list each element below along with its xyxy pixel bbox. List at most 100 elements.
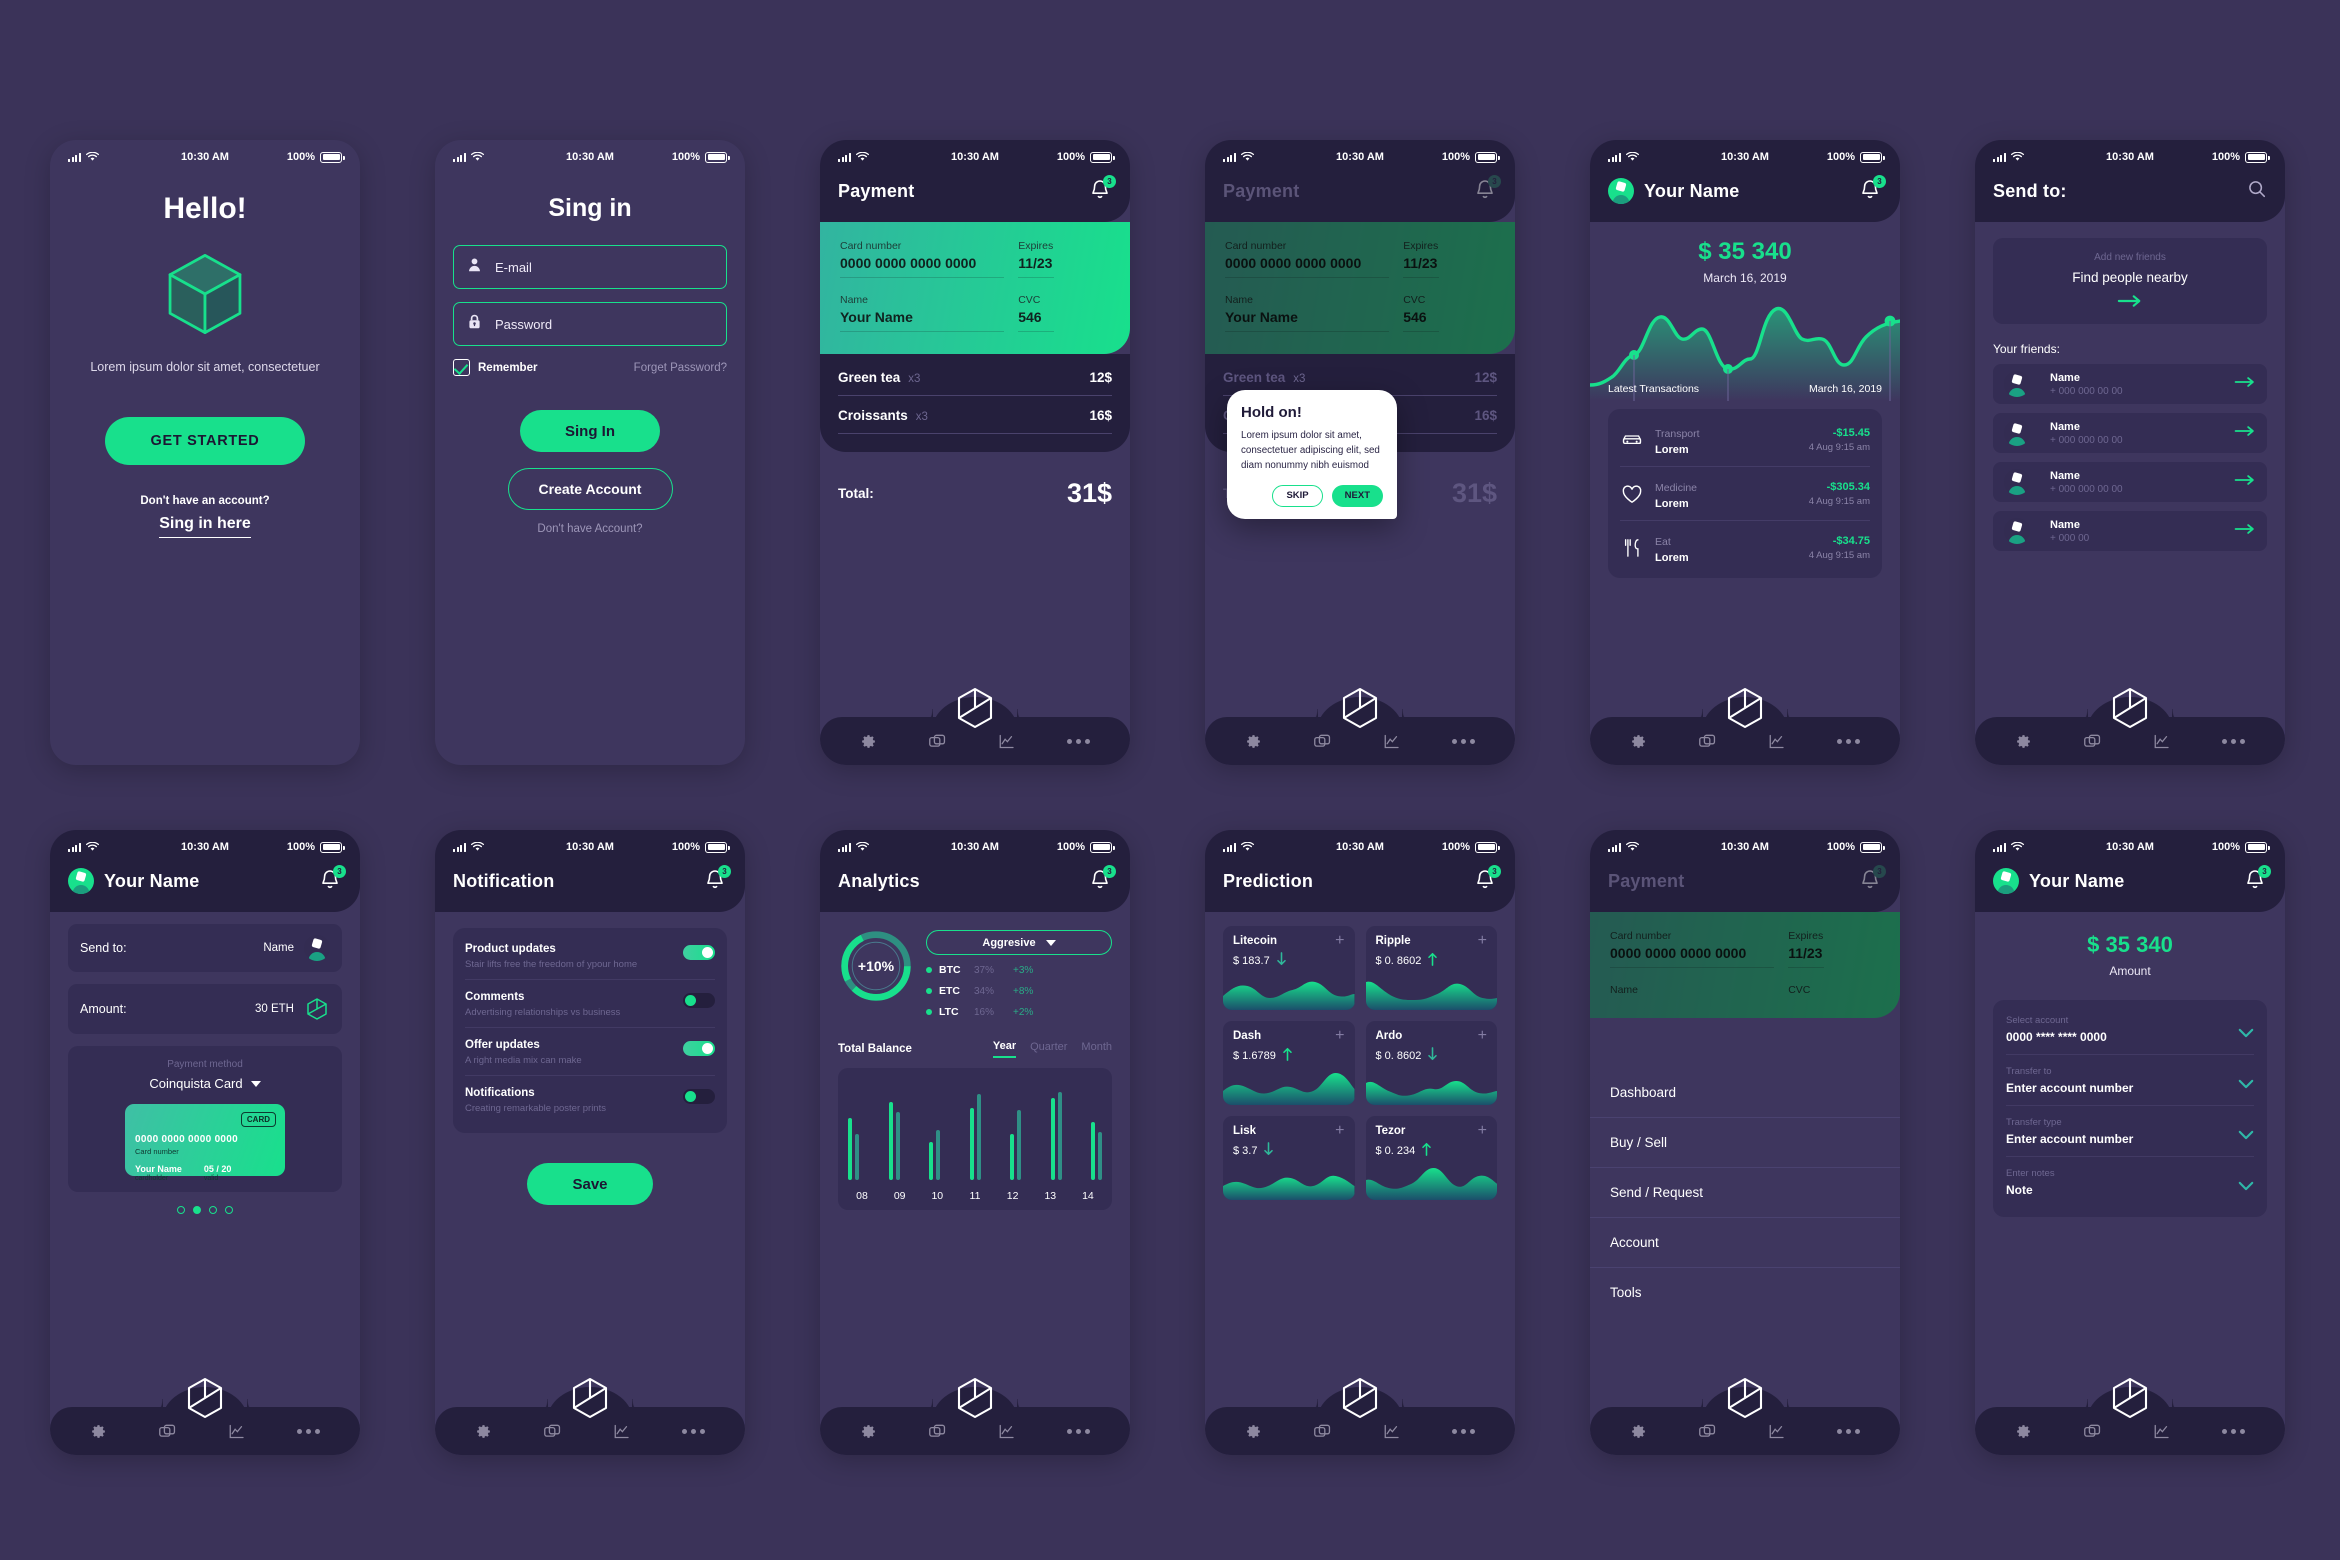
transfer-type-field[interactable]: Transfer type Enter account number bbox=[2006, 1106, 2254, 1156]
avatar[interactable] bbox=[68, 868, 94, 894]
sign-in-button[interactable]: Sing In bbox=[520, 410, 660, 452]
add-icon[interactable]: + bbox=[1335, 1028, 1344, 1044]
arrow-right-icon[interactable] bbox=[2234, 424, 2256, 442]
notification-bell-icon[interactable]: 3 bbox=[1088, 865, 1116, 894]
get-started-button[interactable]: GET STARTED bbox=[105, 417, 305, 466]
more-icon[interactable] bbox=[1452, 738, 1476, 744]
chevron-down-icon[interactable] bbox=[2238, 1025, 2254, 1037]
gear-icon[interactable] bbox=[2015, 733, 2032, 750]
skip-button[interactable]: SKIP bbox=[1272, 484, 1323, 507]
more-icon[interactable] bbox=[2222, 738, 2246, 744]
layers-icon[interactable] bbox=[2083, 1423, 2102, 1440]
layers-icon[interactable] bbox=[928, 733, 947, 750]
avatar[interactable] bbox=[1993, 868, 2019, 894]
coin-card[interactable]: Ardo + $ 0. 8602 bbox=[1365, 1021, 1497, 1105]
layers-icon[interactable] bbox=[1698, 1423, 1717, 1440]
toggle-switch[interactable] bbox=[683, 1089, 715, 1104]
more-icon[interactable] bbox=[297, 1428, 321, 1434]
more-icon[interactable] bbox=[682, 1428, 706, 1434]
tab-quarter[interactable]: Quarter bbox=[1030, 1041, 1067, 1057]
notification-bell-icon[interactable]: 3 bbox=[1858, 865, 1886, 894]
dont-have-account-link[interactable]: Don't have Account? bbox=[453, 523, 727, 535]
menu-item-account[interactable]: Account bbox=[1590, 1218, 1900, 1267]
notification-bell-icon[interactable]: 3 bbox=[2243, 865, 2271, 894]
payment-method-select[interactable]: Coinquista Card bbox=[80, 1076, 330, 1091]
create-account-button[interactable]: Create Account bbox=[507, 468, 673, 510]
toggle-switch[interactable] bbox=[683, 945, 715, 960]
cube-icon[interactable] bbox=[2109, 686, 2151, 735]
menu-item-tools[interactable]: Tools bbox=[1590, 1268, 1900, 1317]
notification-bell-icon[interactable]: 3 bbox=[1473, 175, 1501, 204]
friend-item[interactable]: Name + 000 000 00 00 bbox=[1993, 413, 2267, 453]
remember-checkbox[interactable] bbox=[453, 359, 470, 376]
coin-card[interactable]: Dash + $ 1.6789 bbox=[1223, 1021, 1355, 1105]
layers-icon[interactable] bbox=[1313, 1423, 1332, 1440]
gear-icon[interactable] bbox=[2015, 1423, 2032, 1440]
more-icon[interactable] bbox=[1837, 738, 1861, 744]
chart-icon[interactable] bbox=[228, 1423, 246, 1440]
add-icon[interactable]: + bbox=[1478, 1028, 1487, 1044]
sign-in-here-link[interactable]: Sing in here bbox=[68, 515, 342, 539]
cube-icon[interactable] bbox=[2109, 1376, 2151, 1425]
chart-icon[interactable] bbox=[2153, 1423, 2171, 1440]
chart-icon[interactable] bbox=[998, 1423, 1016, 1440]
carousel-dots[interactable] bbox=[68, 1206, 342, 1214]
gear-icon[interactable] bbox=[860, 1423, 877, 1440]
add-icon[interactable]: + bbox=[1335, 1123, 1344, 1139]
next-button[interactable]: NEXT bbox=[1331, 484, 1383, 507]
gear-icon[interactable] bbox=[1245, 1423, 1262, 1440]
friend-item[interactable]: Name + 000 00 bbox=[1993, 511, 2267, 551]
chart-icon[interactable] bbox=[1768, 733, 1786, 750]
tab-year[interactable]: Year bbox=[992, 1040, 1017, 1058]
add-icon[interactable]: + bbox=[1478, 1123, 1487, 1139]
cube-icon[interactable] bbox=[1724, 686, 1766, 735]
more-icon[interactable] bbox=[1067, 1428, 1091, 1434]
chart-icon[interactable] bbox=[613, 1423, 631, 1440]
send-to-row[interactable]: Send to: Name bbox=[68, 924, 342, 972]
email-field[interactable]: E-mail bbox=[453, 245, 727, 289]
chart-icon[interactable] bbox=[998, 733, 1016, 750]
gear-icon[interactable] bbox=[1630, 1423, 1647, 1440]
notification-bell-icon[interactable]: 3 bbox=[1088, 175, 1116, 204]
more-icon[interactable] bbox=[1067, 738, 1091, 744]
notification-bell-icon[interactable]: 3 bbox=[318, 865, 346, 894]
chevron-down-icon[interactable] bbox=[2238, 1076, 2254, 1088]
cube-icon[interactable] bbox=[1339, 686, 1381, 735]
menu-item-send-request[interactable]: Send / Request bbox=[1590, 1168, 1900, 1217]
chart-icon[interactable] bbox=[1383, 733, 1401, 750]
more-icon[interactable] bbox=[1452, 1428, 1476, 1434]
arrow-right-icon[interactable] bbox=[2234, 522, 2256, 540]
layers-icon[interactable] bbox=[158, 1423, 177, 1440]
transaction-row[interactable]: Transport Lorem -$15.45 4 Aug 9:15 am bbox=[1620, 413, 1870, 466]
gear-icon[interactable] bbox=[1630, 733, 1647, 750]
arrow-right-icon[interactable] bbox=[2234, 473, 2256, 491]
add-icon[interactable]: + bbox=[1478, 933, 1487, 949]
coin-card[interactable]: Lisk + $ 3.7 bbox=[1223, 1116, 1355, 1200]
add-icon[interactable]: + bbox=[1335, 933, 1344, 949]
arrow-right-icon[interactable] bbox=[2234, 375, 2256, 393]
layers-icon[interactable] bbox=[2083, 733, 2102, 750]
layers-icon[interactable] bbox=[1698, 733, 1717, 750]
layers-icon[interactable] bbox=[1313, 733, 1332, 750]
cube-icon[interactable] bbox=[1724, 1376, 1766, 1425]
cube-icon[interactable] bbox=[569, 1376, 611, 1425]
menu-item-buy-sell[interactable]: Buy / Sell bbox=[1590, 1118, 1900, 1167]
chart-icon[interactable] bbox=[1768, 1423, 1786, 1440]
strategy-select[interactable]: Aggresive bbox=[926, 930, 1112, 955]
find-people-card[interactable]: Add new friends Find people nearby bbox=[1993, 238, 2267, 324]
select-account-field[interactable]: Select account 0000 **** **** 0000 bbox=[2006, 1004, 2254, 1054]
password-field[interactable]: Password bbox=[453, 302, 727, 346]
transfer-to-field[interactable]: Transfer to Enter account number bbox=[2006, 1055, 2254, 1105]
cube-icon[interactable] bbox=[954, 1376, 996, 1425]
gear-icon[interactable] bbox=[1245, 733, 1262, 750]
cube-icon[interactable] bbox=[184, 1376, 226, 1425]
notification-bell-icon[interactable]: 3 bbox=[1858, 175, 1886, 204]
friend-item[interactable]: Name + 000 000 00 00 bbox=[1993, 364, 2267, 404]
amount-row[interactable]: Amount: 30 ETH bbox=[68, 984, 342, 1034]
menu-item-dashboard[interactable]: Dashboard bbox=[1590, 1068, 1900, 1117]
tab-month[interactable]: Month bbox=[1081, 1041, 1112, 1057]
more-icon[interactable] bbox=[2222, 1428, 2246, 1434]
chevron-down-icon[interactable] bbox=[2238, 1178, 2254, 1190]
toggle-switch[interactable] bbox=[683, 993, 715, 1008]
layers-icon[interactable] bbox=[543, 1423, 562, 1440]
